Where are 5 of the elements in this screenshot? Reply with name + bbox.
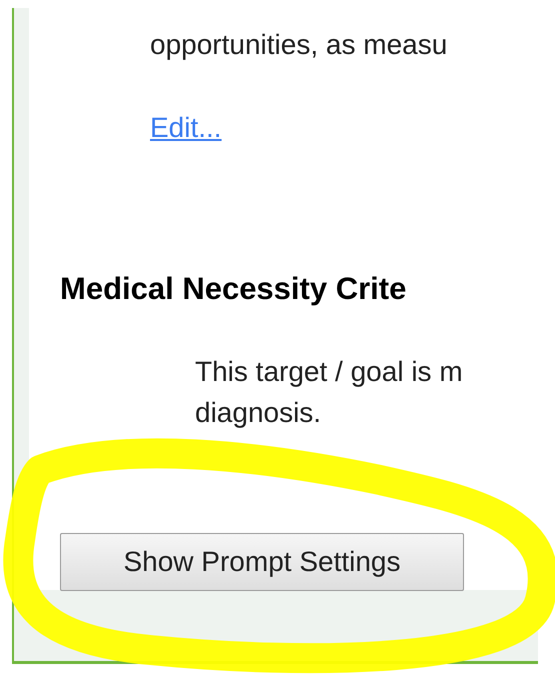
show-prompt-settings-button[interactable]: Show Prompt Settings [60,533,464,591]
body-text: This target / goal is m diagnosis. [195,355,463,430]
body-text: opportunities, as measu [150,28,448,62]
section-heading: Medical Necessity Crite [60,270,406,308]
edit-link[interactable]: Edit... [150,111,222,145]
